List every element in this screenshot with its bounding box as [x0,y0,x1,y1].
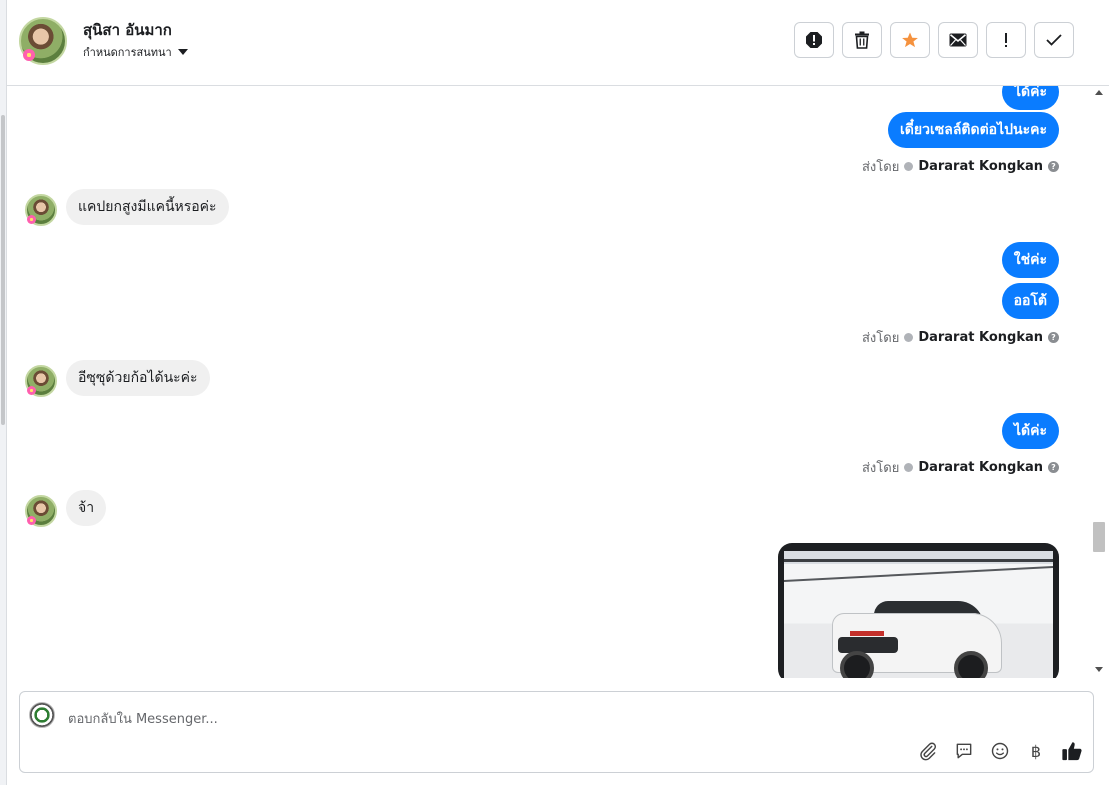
incoming-message[interactable]: จ้า [66,490,107,526]
agent-name: Dararat Kongkan [918,159,1043,174]
help-icon[interactable]: ? [1048,462,1059,473]
reply-input[interactable]: ตอบกลับใน Messenger... [68,708,218,729]
truck-photo [784,551,1053,678]
thumbs-up-icon [1062,742,1082,761]
verified-badge-icon [904,333,914,342]
verified-badge-icon [904,463,914,472]
conversation-header: สุนิสา อันมาก กำหนดการสนทนา [7,0,1109,86]
thread-scroll-thumb[interactable] [1093,522,1105,552]
delete-button[interactable] [842,22,882,58]
page-logo-icon [29,702,55,728]
contact-name[interactable]: สุนิสา อันมาก [83,18,172,42]
assign-conversation-label: กำหนดการสนทนา [83,46,172,59]
message-thread[interactable]: ได้ค่ะ เดี๋ยวเซลล์ติดต่อไปนะคะ ส่งโดย Da… [7,86,1090,678]
outgoing-message[interactable]: ได้ค่ะ [1001,413,1059,449]
composer-tools: ฿ [917,740,1083,762]
trash-icon [855,31,869,49]
left-scroll-thumb[interactable] [1,115,5,425]
flower-icon [27,516,36,525]
outgoing-message[interactable]: ใช่ค่ะ [1001,242,1059,278]
exclamation-icon [1005,33,1007,47]
verified-badge-icon [904,162,914,171]
flower-icon [27,386,36,395]
outgoing-message[interactable]: ออโต้ [1001,283,1059,319]
mark-done-button[interactable] [1034,22,1074,58]
incoming-message[interactable]: แคปยกสูงมีแคนี้หรอค่ะ [66,189,229,225]
header-actions [794,22,1074,58]
thread-scrollbar[interactable] [1090,86,1109,678]
image-attachment[interactable] [778,543,1059,678]
flower-icon [23,49,35,61]
help-icon[interactable]: ? [1048,332,1059,343]
contact-avatar-small[interactable] [25,194,57,226]
contact-avatar-small[interactable] [25,495,57,527]
envelope-icon [949,33,967,47]
contact-avatar[interactable] [19,17,67,65]
agent-name: Dararat Kongkan [918,460,1043,475]
sent-by-line: ส่งโดย Dararat Kongkan ? [862,327,1059,348]
caret-down-icon [177,49,188,55]
emoji-button[interactable] [989,740,1011,762]
sent-by-label: ส่งโดย [861,331,900,346]
sent-by-label: ส่งโดย [861,160,900,175]
star-icon [902,32,918,48]
assign-conversation-dropdown[interactable]: กำหนดการสนทนา [83,43,188,61]
baht-icon: ฿ [1030,741,1042,761]
sent-by-line: ส่งโดย Dararat Kongkan ? [862,457,1059,478]
agent-name: Dararat Kongkan [918,330,1043,345]
star-button[interactable] [890,22,930,58]
scroll-up-arrow-icon[interactable] [1095,90,1103,95]
left-scroll-track[interactable] [0,0,7,785]
flower-icon [27,215,36,224]
scroll-down-arrow-icon[interactable] [1095,667,1103,672]
help-icon[interactable]: ? [1048,161,1059,172]
mark-important-button[interactable] [986,22,1026,58]
attach-button[interactable] [917,740,939,762]
report-spam-button[interactable] [794,22,834,58]
outgoing-message[interactable]: เดี๋ยวเซลล์ติดต่อไปนะคะ [888,112,1059,148]
saved-replies-button[interactable] [953,740,975,762]
octagon-alert-icon [806,32,822,48]
sent-by-line: ส่งโดย Dararat Kongkan ? [862,156,1059,177]
reply-composer[interactable]: ตอบกลับใน Messenger... ฿ [19,691,1094,773]
contact-avatar-small[interactable] [25,365,57,397]
chat-bubble-icon [956,743,972,759]
payment-button[interactable]: ฿ [1025,740,1047,762]
incoming-message[interactable]: อีซุซุด้วยก้อได้นะค่ะ [66,360,210,396]
paperclip-icon [920,742,936,761]
sent-by-label: ส่งโดย [861,461,900,476]
outgoing-message[interactable]: ได้ค่ะ [1001,86,1059,110]
mark-unread-button[interactable] [938,22,978,58]
like-button[interactable] [1061,740,1083,762]
checkmark-icon [1046,34,1062,46]
smiley-icon [991,742,1009,760]
